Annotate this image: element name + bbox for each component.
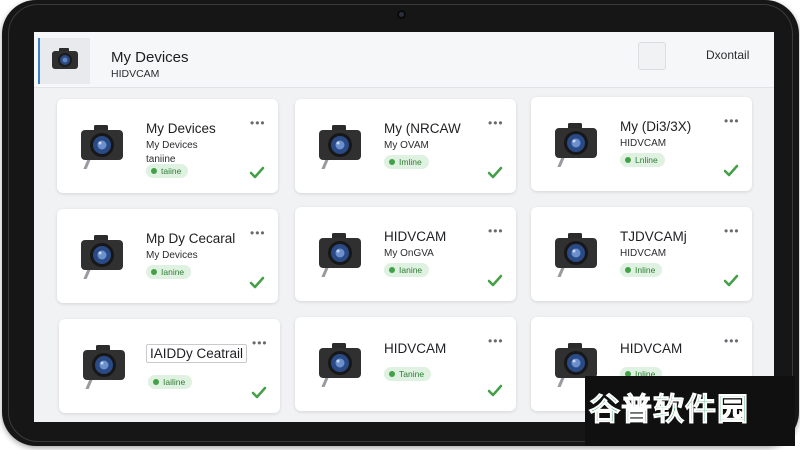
camera-icon [77,125,127,174]
more-options-icon[interactable]: ••• [724,225,740,237]
device-subtitle: My OnGVA [384,248,434,259]
app-header: My Devices HIDVCAM Dxontail [34,32,774,88]
header-action-link[interactable]: Dxontail [706,48,749,62]
more-options-icon[interactable]: ••• [724,115,740,127]
camera-icon [315,233,365,282]
status-badge: taiine [146,164,189,178]
camera-icon [551,233,601,282]
header-camera-button[interactable] [38,38,90,84]
check-icon [723,274,739,293]
device-title: HIDVCAM [620,341,683,356]
device-title: Mp Dy Cecaral [146,231,236,246]
device-subtitle: My Devices [146,140,198,151]
device-title: My Devices [146,121,216,136]
device-title: IAIDDy Ceatrail [146,344,248,363]
status-badge: Ianine [384,263,430,277]
camera-icon [77,235,127,284]
check-icon [251,386,267,405]
camera-icon [551,123,601,172]
more-options-icon[interactable]: ••• [252,337,268,349]
check-icon [487,384,503,403]
device-card[interactable]: My (NRCAW My OVAM Imline ••• [295,99,516,193]
device-subtitle: My Devices [146,250,198,261]
header-square-button[interactable] [638,42,666,70]
app-screen: My Devices HIDVCAM Dxontail My Devices M… [34,32,774,422]
check-icon [487,166,503,185]
device-subtitle: My OVAM [384,140,429,151]
device-subtitle: HIDVCAM [620,138,667,149]
status-badge: Tanine [384,367,432,381]
device-card[interactable]: My (Di3/3X) HIDVCAM Lnline ••• [531,97,752,191]
check-icon [249,166,265,185]
device-title: My (Di3/3X) [620,119,692,134]
check-icon [249,276,265,295]
device-card[interactable]: My Devices My Devices taniine taiine ••• [57,99,278,193]
status-badge: Imline [384,155,429,169]
device-card[interactable]: HIDVCAM My OnGVA Ianine ••• [295,207,516,301]
status-badge: Ianine [146,265,192,279]
more-options-icon[interactable]: ••• [488,225,504,237]
device-card[interactable]: IAIDDy Ceatrail Iailine ••• [59,319,280,413]
device-title: TJDVCAMj [620,229,687,244]
status-badge: Iailine [148,375,193,389]
check-icon [487,274,503,293]
status-badge: Inline [620,263,663,277]
more-options-icon[interactable]: ••• [250,227,266,239]
more-options-icon[interactable]: ••• [250,117,266,129]
status-badge: Lnline [620,153,665,167]
more-options-icon[interactable]: ••• [488,335,504,347]
camera-icon [50,47,80,76]
device-card[interactable]: TJDVCAMj HIDVCAM Inline ••• [531,207,752,301]
camera-icon [315,125,365,174]
device-title: My (NRCAW [384,121,461,136]
more-options-icon[interactable]: ••• [488,117,504,129]
more-options-icon[interactable]: ••• [724,335,740,347]
page-subtitle: HIDVCAM [111,68,160,80]
camera-icon [315,343,365,392]
device-card[interactable]: HIDVCAM Tanine ••• [295,317,516,411]
device-subtitle: HIDVCAM [620,248,667,259]
front-camera [397,10,406,19]
check-icon [723,164,739,183]
device-title: HIDVCAM [384,341,447,356]
device-title: HIDVCAM [384,229,447,244]
watermark: 谷普软件园 [585,376,795,446]
watermark-text: 谷普软件园 [589,392,749,429]
page-title: My Devices [111,49,189,66]
camera-icon [79,345,129,394]
device-card[interactable]: Mp Dy Cecaral My Devices Ianine ••• [57,209,278,303]
